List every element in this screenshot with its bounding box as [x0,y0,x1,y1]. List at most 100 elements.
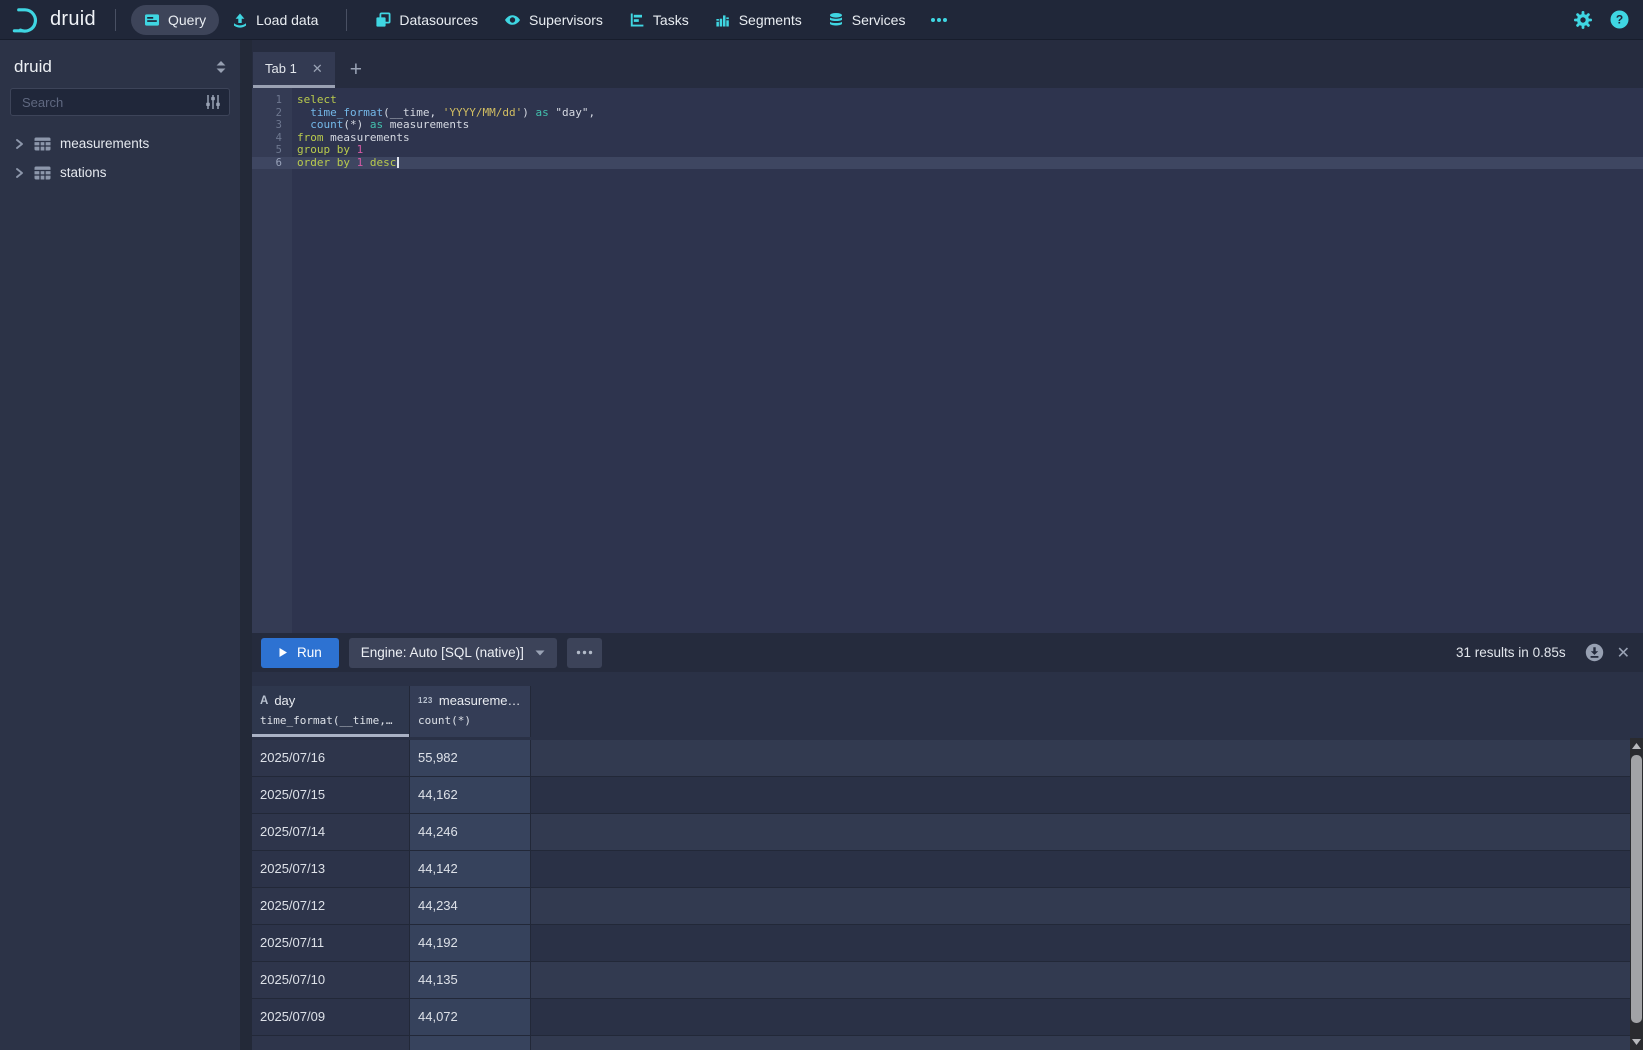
token-keyword: order by [297,156,350,169]
double-caret-vertical-icon[interactable] [215,60,227,74]
chevron-right-icon[interactable] [13,167,25,179]
filter-sliders-icon[interactable] [204,94,222,110]
nav-item-query[interactable]: Query [131,5,219,35]
cell-measurements[interactable]: 44,162 [410,777,531,814]
table-row[interactable]: 2025/07/0944,072 [252,999,1643,1036]
tab-close-icon[interactable]: ✕ [312,62,323,75]
nav-item-supervisors[interactable]: Supervisors [491,5,616,35]
table-row[interactable]: 2025/07/1655,982 [252,740,1643,777]
chevron-down-icon [535,650,545,656]
nav-item-tasks[interactable]: Tasks [616,5,702,35]
cell-measurements[interactable]: 44,246 [410,814,531,851]
navbar-more-button[interactable] [918,5,960,35]
engine-select[interactable]: Engine: Auto [SQL (native)] [349,638,557,668]
search-input[interactable] [20,94,198,111]
row-filler [531,814,1643,851]
column-label: measureme… [439,693,521,708]
cell-day[interactable]: 2025/07/12 [252,888,410,925]
load-data-icon [232,12,248,28]
code-line-4[interactable]: from measurements [292,132,1643,145]
results-header-row: Adaytime_format(__time,…123measureme…cou… [252,686,1643,737]
help-button[interactable]: ? [1610,10,1629,29]
download-results-button[interactable] [1585,643,1604,662]
supervisors-icon [504,12,521,28]
tree-item-stations[interactable]: stations [0,158,240,187]
druid-brand[interactable]: druid [10,5,100,34]
results-body: 2025/07/1655,9822025/07/1544,1622025/07/… [252,740,1643,1050]
column-name: Aday [260,693,409,708]
cell-day[interactable]: 2025/07/09 [252,999,410,1036]
scrollbar-thumb[interactable] [1631,755,1642,1023]
query-tab-tab-1[interactable]: Tab 1 ✕ [253,52,335,88]
cell-measurements[interactable]: 55,982 [410,740,531,777]
cell-day[interactable]: 2025/07/15 [252,777,410,814]
nav-item-label: Load data [256,12,318,28]
code-line-6[interactable]: order by 1 desc [292,157,1643,170]
table-row[interactable] [252,1036,1643,1050]
cell-measurements[interactable]: 44,192 [410,925,531,962]
sidebar-resize-gap[interactable] [240,40,252,1050]
tab-label: Tab 1 [265,61,297,76]
results-table: Adaytime_format(__time,…123measureme…cou… [252,686,1643,1050]
cell-measurements[interactable]: 44,234 [410,888,531,925]
cell-measurements[interactable]: 44,135 [410,962,531,999]
navbar-divider [115,9,116,31]
code-line-2[interactable]: time_format(__time, 'YYYY/MM/dd') as "da… [292,107,1643,120]
table-row[interactable]: 2025/07/1544,162 [252,777,1643,814]
sql-editor[interactable]: 123456 select time_format(__time, 'YYYY/… [252,88,1643,633]
nav-item-label: Supervisors [529,12,603,28]
scrollbar-down-arrow[interactable] [1630,1036,1643,1050]
line-number: 6 [252,157,292,170]
table-row[interactable]: 2025/07/1144,192 [252,925,1643,962]
editor-code-area[interactable]: select time_format(__time, 'YYYY/MM/dd')… [292,88,1643,633]
cell-day[interactable]: 2025/07/16 [252,740,410,777]
nav-item-datasources[interactable]: Datasources [362,5,491,35]
cell-day[interactable] [252,1036,410,1050]
cell-measurements[interactable]: 44,072 [410,999,531,1036]
cell-day[interactable]: 2025/07/10 [252,962,410,999]
table-icon [34,166,51,180]
token-plain: (*) [343,118,370,131]
table-row[interactable]: 2025/07/1344,142 [252,851,1643,888]
code-line-5[interactable]: group by 1 [292,144,1643,157]
line-number: 3 [252,119,292,132]
nav-item-label: Tasks [653,12,689,28]
scrollbar-up-arrow[interactable] [1630,738,1643,753]
help-icon: ? [1610,10,1629,29]
results-vertical-scrollbar[interactable] [1630,738,1643,1050]
table-row[interactable]: 2025/07/1444,246 [252,814,1643,851]
code-line-3[interactable]: count(*) as measurements [292,119,1643,132]
cell-measurements[interactable]: 44,142 [410,851,531,888]
nav-item-segments[interactable]: Segments [702,5,815,35]
cell-day[interactable]: 2025/07/13 [252,851,410,888]
cell-measurements[interactable] [410,1036,531,1050]
cell-day[interactable]: 2025/07/11 [252,925,410,962]
schema-search-box [10,88,230,116]
table-row[interactable]: 2025/07/1244,234 [252,888,1643,925]
column-label: day [274,693,295,708]
nav-item-services[interactable]: Services [815,5,919,35]
column-name: 123measureme… [418,693,530,708]
druid-logo-icon [10,5,41,34]
row-filler [531,740,1643,777]
run-button[interactable]: Run [261,638,339,668]
navbar-items: Query Load data Datasources Supervisors Task… [131,5,918,35]
query-more-button[interactable] [567,638,602,668]
results-panel: Adaytime_format(__time,…123measureme…cou… [252,672,1643,1050]
tree-item-measurements[interactable]: measurements [0,129,240,158]
engine-select-label: Engine: Auto [SQL (native)] [361,645,524,660]
brand-wordmark: druid [50,8,96,31]
cell-day[interactable]: 2025/07/14 [252,814,410,851]
chevron-right-icon[interactable] [13,138,25,150]
datasources-icon [375,12,391,28]
tree-item-label: measurements [60,136,149,151]
table-row[interactable]: 2025/07/1044,135 [252,962,1643,999]
settings-button[interactable] [1573,10,1593,30]
download-icon [1585,643,1604,662]
column-header-day[interactable]: Adaytime_format(__time,… [252,686,410,737]
close-results-button[interactable]: ✕ [1614,643,1633,663]
column-header-measureme-[interactable]: 123measureme…count(*) [410,686,531,737]
new-tab-button[interactable]: + [335,52,377,88]
token-plain [350,156,357,169]
nav-item-load-data[interactable]: Load data [219,5,331,35]
